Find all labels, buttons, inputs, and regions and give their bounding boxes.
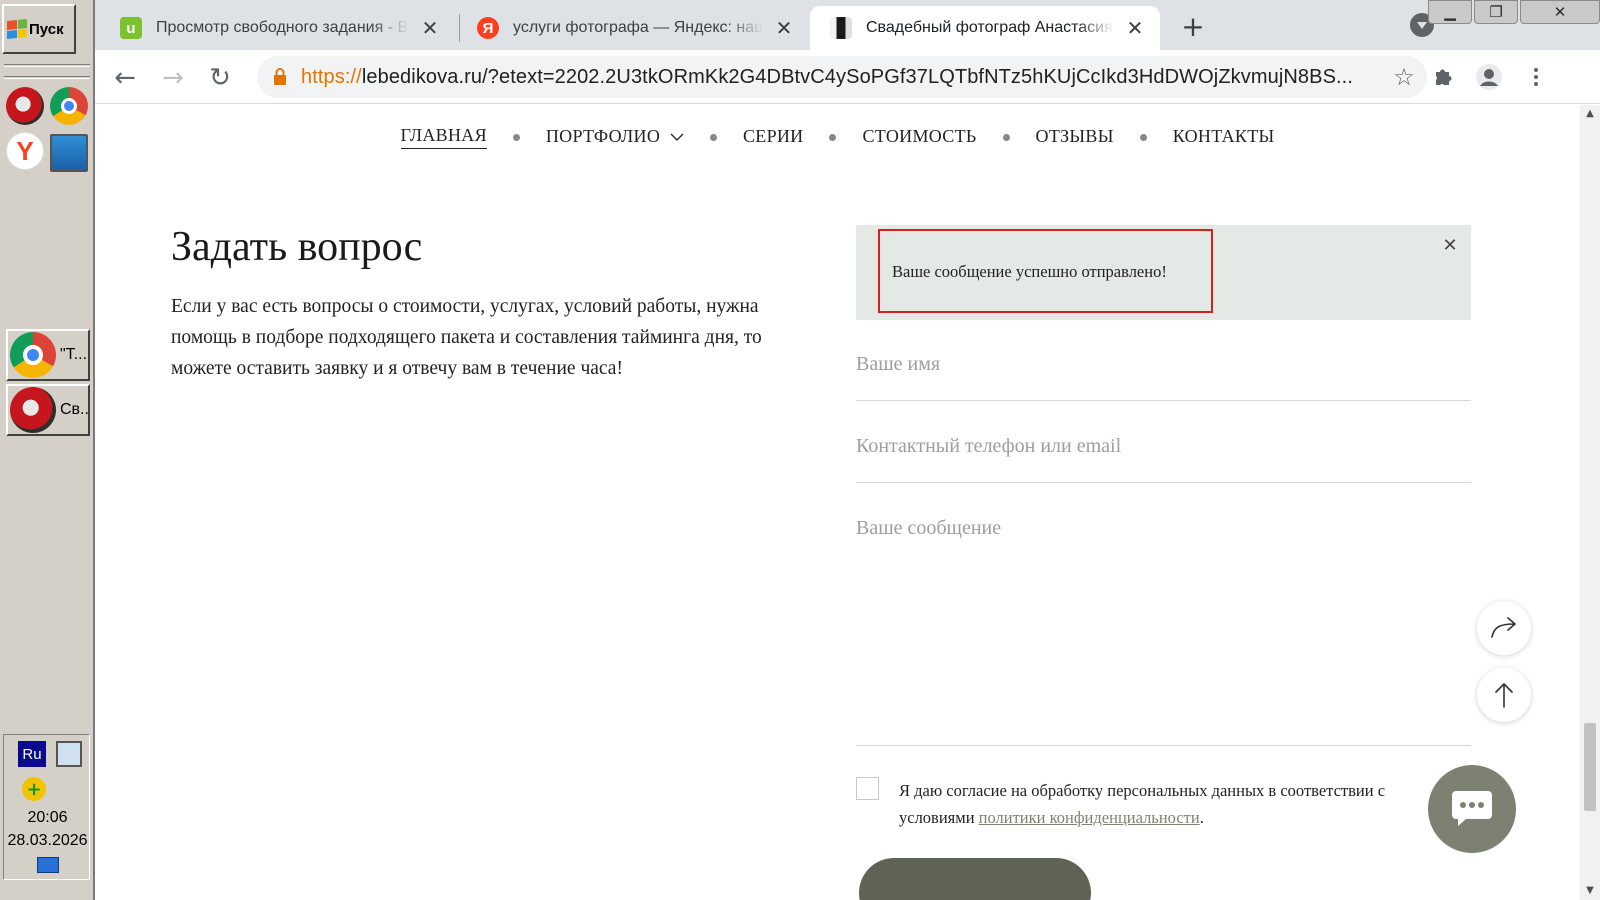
lock-icon[interactable] (273, 68, 287, 86)
system-tray: Ru + 20:06 28.03.2026 (3, 734, 90, 880)
browser-toolbar: ← → ↻ https://lebedikova.ru/?etext=2202.… (95, 50, 1600, 104)
nav-portfolio[interactable]: ПОРТФОЛИО (546, 126, 684, 149)
success-notification: Ваше сообщение успешно отправлено! ✕ (856, 225, 1471, 320)
message-field (856, 517, 1471, 746)
task-opera[interactable]: Св... (6, 384, 90, 436)
clock-time[interactable]: 20:06 (4, 809, 91, 827)
share-button[interactable] (1477, 601, 1531, 655)
contact-input[interactable] (856, 435, 1471, 458)
nav-separator-dot (709, 133, 717, 141)
clock-date[interactable]: 28.03.2026 (4, 832, 91, 850)
chevron-down-icon (670, 133, 684, 141)
consent-checkbox[interactable] (856, 777, 879, 800)
language-indicator[interactable]: Ru (18, 741, 46, 767)
tab-freelance-task[interactable]: u Просмотр свободного задания - В ✕ (100, 6, 455, 50)
section-description: Если у вас есть вопросы о стоимости, усл… (171, 296, 762, 379)
menu-kebab-icon[interactable] (1521, 62, 1551, 92)
address-bar[interactable]: https://lebedikova.ru/?etext=2202.2U3tkO… (257, 56, 1427, 98)
chrome-icon (10, 332, 56, 378)
network-icon[interactable] (56, 741, 82, 767)
tab-yandex-search[interactable]: Я услуги фотографа — Яндекс: наш ✕ (457, 6, 809, 50)
nav-contacts[interactable]: КОНТАКТЫ (1173, 126, 1275, 149)
url-text[interactable]: https://lebedikova.ru/?etext=2202.2U3tkO… (301, 66, 1389, 89)
back-button[interactable]: ← (107, 60, 143, 96)
chevron-down-icon (1417, 21, 1427, 29)
opera-icon (10, 387, 56, 433)
yandex-browser-icon[interactable]: Y (6, 132, 44, 170)
task-label: Св... (60, 401, 89, 418)
tab-wedding-photographer[interactable]: Свадебный фотограф Анастасия Л ✕ (810, 6, 1160, 50)
close-icon[interactable]: ✕ (1124, 16, 1146, 40)
nav-home[interactable]: ГЛАВНАЯ (400, 125, 487, 149)
scroll-up-arrow-icon[interactable]: ▲ (1580, 105, 1600, 123)
nav-reviews[interactable]: ОТЗЫВЫ (1036, 126, 1114, 149)
name-input[interactable] (856, 353, 1471, 376)
site-navigation: ГЛАВНАЯ ПОРТФОЛИО СЕРИИ СТОИМОСТЬ ОТЗЫВЫ… (95, 125, 1580, 149)
arrow-up-icon (1495, 683, 1513, 708)
close-icon[interactable]: ✕ (1441, 237, 1459, 255)
profile-avatar-icon[interactable] (1474, 62, 1504, 92)
success-message: Ваше сообщение успешно отправлено! (892, 262, 1167, 281)
name-field (856, 353, 1471, 401)
close-icon[interactable]: ✕ (773, 16, 795, 40)
windows-logo-icon (7, 18, 27, 40)
yandex-icon: Я (477, 17, 499, 39)
task-label: "Т... (60, 346, 88, 363)
privacy-policy-link[interactable]: политики конфиденциальности (979, 808, 1200, 827)
scrollbar-thumb[interactable] (1584, 723, 1596, 811)
nav-separator-dot (829, 133, 837, 141)
contact-field (856, 435, 1471, 483)
nav-separator-dot (1002, 133, 1010, 141)
section-title: Задать вопрос (171, 224, 423, 270)
start-label: Пуск (29, 20, 64, 38)
consent-text: Я даю согласие на обработку персональных… (899, 781, 1386, 827)
close-window-button[interactable]: ✕ (1520, 0, 1600, 24)
minimize-button[interactable]: ▁ (1428, 0, 1472, 24)
new-tab-button[interactable]: + (1178, 10, 1208, 43)
chat-bubble-icon (1452, 791, 1492, 826)
browser-window: u Просмотр свободного задания - В ✕ Я ус… (95, 0, 1600, 900)
show-desktop-icon[interactable] (50, 134, 88, 172)
forward-button[interactable]: → (155, 60, 191, 96)
tab-title: услуги фотографа — Яндекс: наш (513, 19, 763, 36)
opera-icon[interactable] (6, 87, 44, 125)
photo-favicon-icon (830, 17, 852, 39)
page-viewport: ГЛАВНАЯ ПОРТФОЛИО СЕРИИ СТОИМОСТЬ ОТЗЫВЫ… (95, 105, 1580, 900)
desktop-icon[interactable] (37, 857, 59, 873)
nav-pricing[interactable]: СТОИМОСТЬ (862, 126, 976, 149)
chat-widget-button[interactable] (1428, 765, 1516, 853)
chrome-icon[interactable] (50, 87, 88, 125)
submit-button[interactable] (859, 858, 1091, 900)
taskbar-separator (4, 76, 90, 79)
taskbar: Пуск Y "Т... Св... Ru + 20:06 28.03.2026 (0, 0, 95, 900)
tab-favicon-icon: u (120, 17, 142, 39)
nav-series[interactable]: СЕРИИ (743, 126, 804, 149)
share-arrow-icon (1491, 617, 1516, 638)
reload-button[interactable]: ↻ (202, 60, 238, 96)
page-scrollbar[interactable]: ▲ ▼ (1580, 105, 1600, 900)
update-icon[interactable]: + (22, 777, 46, 801)
scroll-down-arrow-icon[interactable]: ▼ (1580, 882, 1600, 900)
restore-button[interactable]: ❐ (1474, 0, 1518, 24)
nav-separator-dot (512, 133, 520, 141)
nav-separator-dot (1139, 133, 1147, 141)
start-button[interactable]: Пуск (2, 4, 76, 54)
message-textarea[interactable] (856, 517, 1471, 701)
taskbar-separator (4, 64, 90, 67)
extensions-icon[interactable] (1428, 62, 1458, 92)
tab-title: Просмотр свободного задания - В (156, 19, 409, 36)
window-controls: ▁ ❐ ✕ (1428, 0, 1600, 26)
scroll-top-button[interactable] (1477, 668, 1531, 722)
bookmark-star-icon[interactable]: ☆ (1389, 63, 1419, 91)
tab-title: Свадебный фотограф Анастасия Л (866, 19, 1114, 36)
tab-strip: u Просмотр свободного задания - В ✕ Я ус… (95, 0, 1600, 50)
close-icon[interactable]: ✕ (419, 16, 441, 40)
task-chrome[interactable]: "Т... (6, 329, 90, 381)
